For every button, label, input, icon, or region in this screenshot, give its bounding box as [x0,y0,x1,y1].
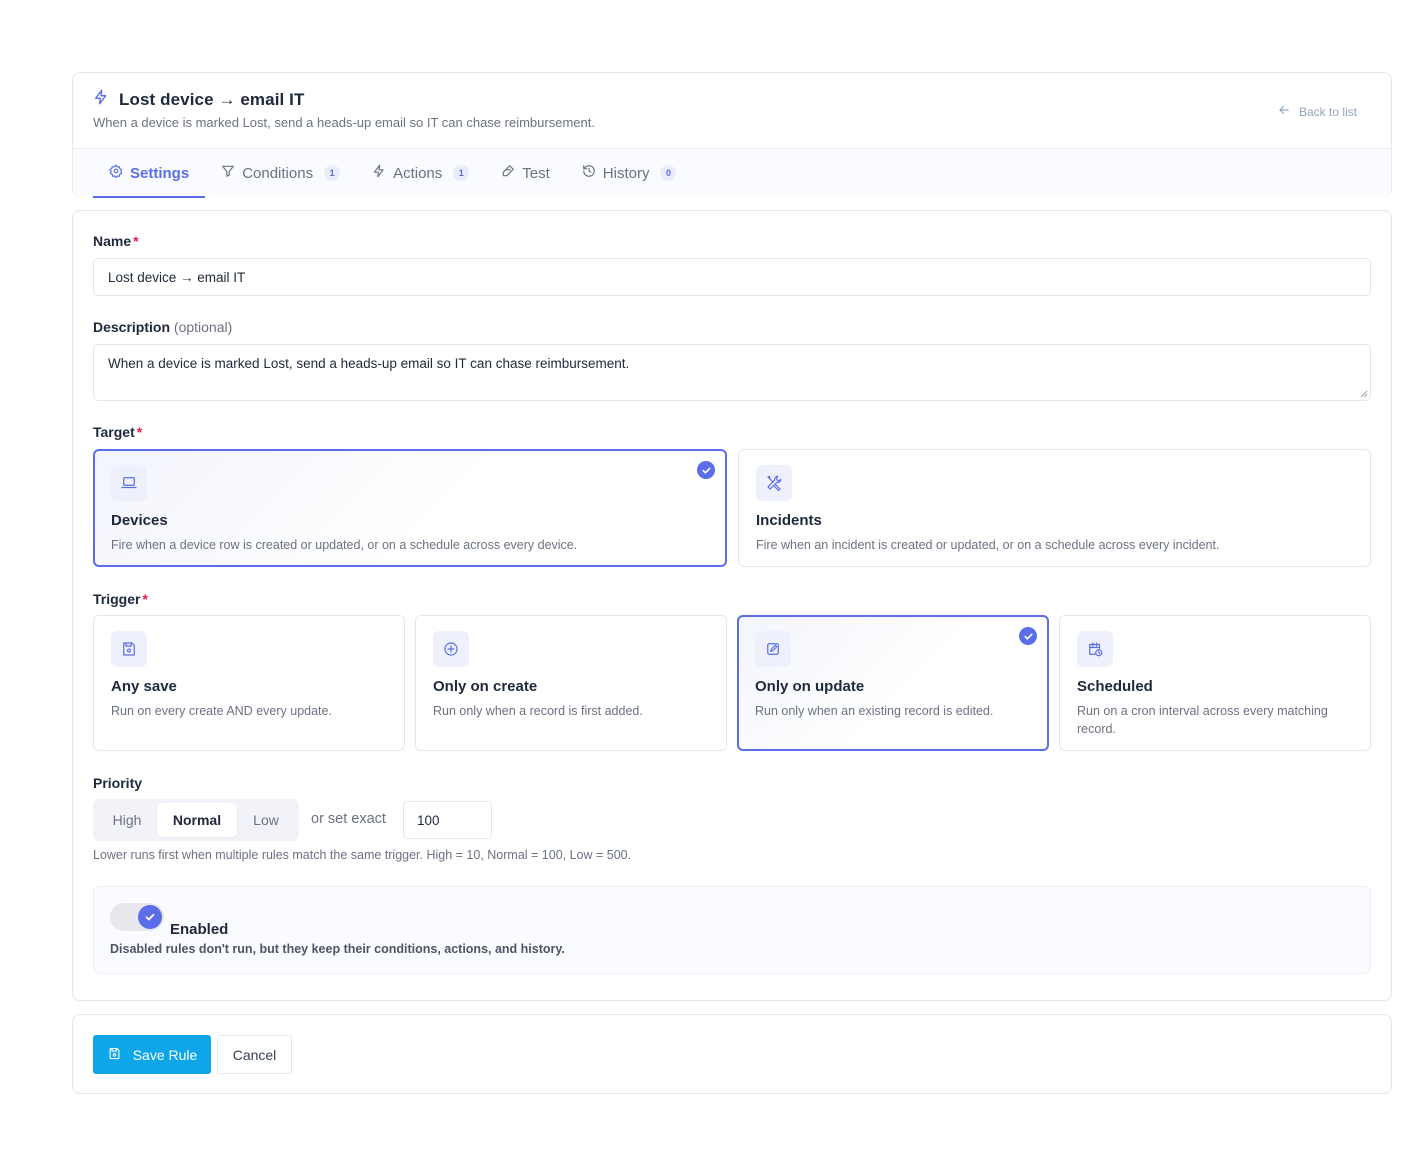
priority-normal-button[interactable]: Normal [157,803,237,837]
selected-check-icon [1019,627,1037,645]
priority-segmented-control: High Normal Low [93,799,299,841]
target-devices-title: Devices [111,512,168,529]
save-rule-button[interactable]: Save Rule [93,1035,211,1074]
tab-settings[interactable]: Settings [93,149,206,198]
check-icon [145,913,155,921]
cancel-button[interactable]: Cancel [217,1035,292,1074]
trigger-only-create-title: Only on create [433,678,538,695]
gear-icon [109,164,123,182]
toggle-knob [138,905,162,929]
form-actions-card: Save Rule Cancel [72,1014,1392,1094]
tab-history-label: History [602,164,650,182]
target-incidents-desc: Fire when an incident is created or upda… [756,538,1220,552]
trigger-scheduled-desc: Run on a cron interval across every matc… [1077,704,1328,736]
target-label: Target * [93,424,142,440]
trigger-option-only-update[interactable]: Only on update Run only when an existing… [737,615,1049,751]
selected-check-icon [697,461,715,479]
description-label-text: Description [93,319,171,335]
trigger-option-scheduled[interactable]: Scheduled Run on a cron interval across … [1059,615,1371,751]
tools-icon [756,465,792,501]
trigger-option-only-create[interactable]: Only on create Run only when a record is… [415,615,727,751]
history-icon [582,164,596,182]
trigger-option-any-save[interactable]: Any save Run on every create AND every u… [93,615,405,751]
tab-settings-label: Settings [130,164,190,182]
laptop-icon [111,465,147,501]
name-input[interactable]: Lost device → email IT [93,258,1371,296]
trigger-any-save-title: Any save [111,678,177,695]
trigger-only-update-title: Only on update [755,678,865,695]
enabled-panel: Enabled Disabled rules don't run, but th… [93,886,1371,974]
description-text: When a device is marked Lost, send a hea… [108,356,630,371]
filter-icon [221,164,235,182]
resize-handle-icon[interactable] [1360,390,1368,398]
plus-circle-icon [433,631,469,667]
tab-actions[interactable]: Actions 1 [356,149,485,197]
target-devices-desc: Fire when a device row is created or upd… [111,538,578,552]
flask-icon [501,164,515,182]
tab-conditions[interactable]: Conditions 1 [205,149,356,197]
trigger-only-create-desc: Run only when a record is first added. [433,704,643,718]
trigger-label: Trigger * [93,591,148,607]
title-row: Lost device → email IT [93,89,304,110]
description-label: Description (optional) [93,319,232,335]
target-incidents-title: Incidents [756,512,822,529]
rule-header-card: Lost device → email IT When a device is … [72,72,1392,198]
page-subtitle: When a device is marked Lost, send a hea… [93,115,595,130]
calendar-clock-icon [1077,631,1113,667]
back-to-list-link[interactable]: Back to list [1277,103,1357,120]
priority-low-button[interactable]: Low [237,803,295,837]
name-label: Name * [93,233,139,249]
exact-priority-input[interactable]: 100 [403,801,492,839]
page-title: Lost device → email IT [119,89,305,109]
trigger-only-update-desc: Run only when an existing record is edit… [755,704,994,718]
name-label-text: Name [93,233,132,249]
target-option-devices[interactable]: Devices Fire when a device row is create… [93,449,727,567]
save-icon [111,631,147,667]
priority-help-text: Lower runs first when multiple rules mat… [93,848,632,862]
trigger-any-save-desc: Run on every create AND every update. [111,704,332,718]
target-option-incidents[interactable]: Incidents Fire when an incident is creat… [738,449,1371,567]
tab-conditions-label: Conditions [242,164,314,182]
required-mark: * [136,424,143,440]
back-to-list-label: Back to list [1298,104,1357,119]
enabled-title: Enabled [170,921,229,938]
tab-test-label: Test [522,164,550,182]
enabled-toggle[interactable] [110,903,164,931]
required-mark: * [142,591,148,607]
enabled-description: Disabled rules don't run, but they keep … [110,942,565,956]
edit-icon [755,631,791,667]
exact-priority-label: or set exact [311,811,386,827]
tab-test[interactable]: Test [485,149,566,197]
arrow-left-icon [1277,103,1291,120]
tab-history[interactable]: History 0 [566,149,693,197]
bolt-icon [372,164,386,182]
target-label-text: Target [93,424,135,440]
priority-label: Priority [93,775,143,791]
description-textarea[interactable]: When a device is marked Lost, send a hea… [93,344,1371,401]
save-icon [107,1046,122,1064]
priority-high-button[interactable]: High [97,803,157,837]
trigger-scheduled-title: Scheduled [1077,678,1153,695]
trigger-label-text: Trigger [93,591,141,607]
tab-actions-label: Actions [393,164,443,182]
optional-hint: (optional) [173,319,233,335]
tab-bar: Settings Conditions 1 Actions 1 Test His… [73,148,1391,198]
bolt-icon [93,89,109,110]
history-count-badge: 0 [660,165,677,181]
required-mark: * [133,233,139,249]
conditions-count-badge: 1 [324,165,341,181]
actions-count-badge: 1 [453,165,470,181]
save-rule-label: Save Rule [132,1046,198,1063]
settings-form-card: Name * Lost device → email IT Description… [72,210,1392,1001]
